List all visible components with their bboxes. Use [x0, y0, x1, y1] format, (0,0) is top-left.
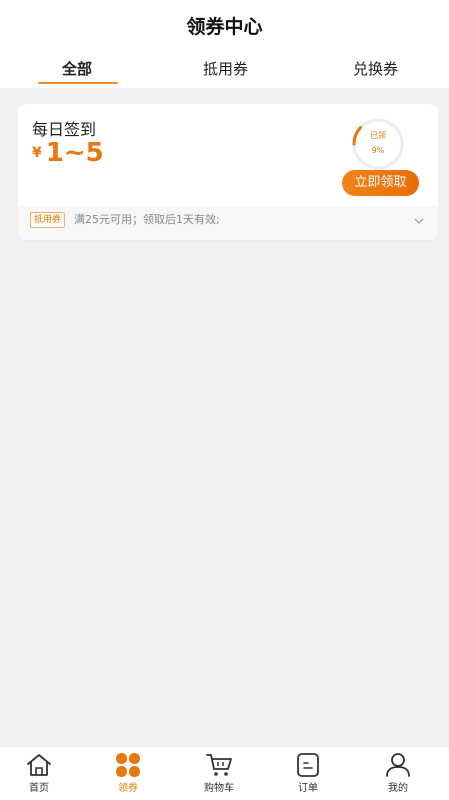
progress-label: 已领	[370, 131, 386, 140]
tabbar-label-profile: 我的	[388, 783, 408, 794]
coupon-title: 每日签到	[32, 120, 97, 139]
progress-ring	[352, 118, 404, 170]
order-icon	[297, 753, 319, 777]
bottom-tabbar: 首页 领券 购物车 订单 我的	[0, 746, 449, 800]
tabbar-item-profile[interactable]: 我的	[368, 751, 428, 799]
coupon-amount: ¥1~5	[32, 138, 104, 168]
tabbar-item-home[interactable]: 首页	[9, 751, 69, 799]
tab-all[interactable]: 全部	[62, 58, 92, 79]
cart-icon	[206, 754, 232, 776]
home-icon	[27, 754, 51, 776]
amount-value: 1~5	[45, 138, 104, 168]
user-icon	[386, 753, 410, 777]
claim-button[interactable]: 立即领取	[342, 170, 419, 196]
tabbar-item-coupons[interactable]: 领券	[98, 751, 158, 799]
coupon-type-badge: 抵用券	[30, 212, 66, 228]
tabbar-item-orders[interactable]: 订单	[278, 751, 338, 799]
tab-voucher[interactable]: 抵用券	[203, 58, 248, 79]
tab-indicator	[38, 82, 118, 84]
header: 领券中心 全部 抵用券 兑换券	[0, 0, 449, 88]
tabbar-label-home: 首页	[29, 783, 49, 794]
tabbar-label-orders: 订单	[298, 783, 318, 794]
clover-icon	[116, 753, 140, 777]
progress-percent: 9%	[371, 146, 385, 155]
currency-symbol: ¥	[32, 145, 42, 161]
tab-exchange[interactable]: 兑换券	[353, 58, 398, 79]
chevron-down-icon[interactable]	[414, 217, 424, 225]
tabbar-label-coupons: 领券	[118, 783, 138, 794]
tabbar-item-cart[interactable]: 购物车	[189, 751, 249, 799]
page-title: 领券中心	[186, 16, 263, 38]
tabbar-label-cart: 购物车	[204, 783, 234, 794]
coupon-rule: 满25元可用；领取后1天有效;	[74, 213, 220, 226]
coupon-card: 每日签到 ¥1~5 已领 9% 立即领取 抵用券 满25元可用；领取后1天有效;	[18, 104, 438, 240]
